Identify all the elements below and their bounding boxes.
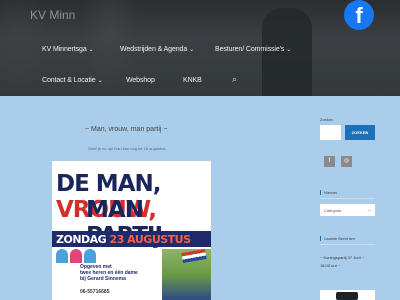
instagram-icon[interactable]: ◎ bbox=[341, 156, 352, 167]
heading-label: Laatste Berichten bbox=[324, 236, 356, 241]
person-icon bbox=[70, 249, 82, 263]
chevron-down-icon: ⌄ bbox=[367, 207, 371, 212]
nav-item-knkb[interactable]: KNKB bbox=[183, 77, 202, 84]
heading-accent-bar bbox=[320, 236, 321, 242]
poster-headline-part: DE MAN, bbox=[56, 171, 161, 197]
nav-item-label: Contact & Locatie bbox=[42, 77, 96, 84]
nav-item-kv-minnertsga[interactable]: KV Minnertsga ⌄ bbox=[42, 46, 94, 53]
poster-date-part: ZONDAG bbox=[56, 233, 110, 246]
divider bbox=[320, 244, 375, 245]
sidebar-search-label: Zoeken bbox=[320, 117, 334, 122]
event-poster-image: DE MAN, VROUW, MAN PARTIJ ZONDAG 23 AUGU… bbox=[52, 161, 211, 300]
nav-item-label: Besturen/ Commissie's bbox=[215, 46, 285, 53]
chevron-down-icon: ⌄ bbox=[97, 78, 103, 84]
sidebar-heading-news: Nieuws bbox=[320, 190, 338, 196]
divider bbox=[320, 198, 375, 199]
sidebar-search-button[interactable]: ZOEKEN bbox=[345, 125, 375, 140]
poster-signup-text: Opgeven met twee heren en één dame bij G… bbox=[80, 264, 138, 282]
poster-phone: 06-55716685 bbox=[80, 289, 110, 295]
poster-signup-line: bij Gerard Sinnema bbox=[80, 276, 126, 282]
heading-accent-bar bbox=[320, 190, 321, 196]
sponsor-logo bbox=[336, 292, 358, 300]
nav-item-besturen-commissies[interactable]: Besturen/ Commissie's ⌄ bbox=[215, 46, 291, 53]
person-icon bbox=[84, 249, 96, 263]
sidebar-sponsor-image[interactable] bbox=[320, 290, 375, 300]
post-title: ~ Man, vrouw, man partij ~ bbox=[85, 126, 168, 133]
poster-people-icons bbox=[56, 249, 106, 263]
latest-post-link-continued[interactable]: 18.00 uur ~ bbox=[320, 263, 340, 268]
nav-item-webshop[interactable]: Webshop bbox=[126, 77, 155, 84]
chevron-down-icon: ⌄ bbox=[189, 47, 195, 53]
facebook-icon[interactable]: f bbox=[324, 156, 335, 167]
post-intro: Geef je nu op! Dan kan nog tot 18 august… bbox=[88, 146, 167, 151]
heading-label: Nieuws bbox=[324, 190, 338, 195]
sidebar-search-input[interactable] bbox=[320, 125, 341, 140]
category-select-value: Categorie bbox=[324, 208, 342, 213]
facebook-icon[interactable]: f bbox=[344, 0, 374, 30]
site-logo[interactable]: KV Minn bbox=[30, 8, 75, 22]
nav-item-wedstrijden-agenda[interactable]: Wedstrijden & Agenda ⌄ bbox=[120, 46, 194, 53]
person-icon bbox=[56, 249, 68, 263]
chevron-down-icon: ⌄ bbox=[88, 47, 94, 53]
sidebar-heading-latest: Laatste Berichten bbox=[320, 236, 356, 242]
poster-date-part: 23 AUGUSTUS bbox=[109, 233, 192, 246]
latest-post-link[interactable]: ~ Koningspartij 27 Juni ~ bbox=[320, 255, 364, 260]
category-select[interactable]: Categorie ⌄ bbox=[320, 204, 375, 216]
site-header: KV Minn f KV Minnertsga ⌄ Wedstrijden & A… bbox=[0, 0, 400, 96]
nav-item-label: KV Minnertsga bbox=[42, 46, 87, 53]
nav-item-label: Wedstrijden & Agenda bbox=[120, 46, 188, 53]
nav-item-contact-locatie[interactable]: Contact & Locatie ⌄ bbox=[42, 77, 103, 84]
search-icon[interactable]: ⌕ bbox=[232, 74, 237, 85]
nav-item-label: Webshop bbox=[126, 77, 155, 84]
nav-item-label: KNKB bbox=[183, 77, 202, 84]
chevron-down-icon: ⌄ bbox=[286, 47, 292, 53]
